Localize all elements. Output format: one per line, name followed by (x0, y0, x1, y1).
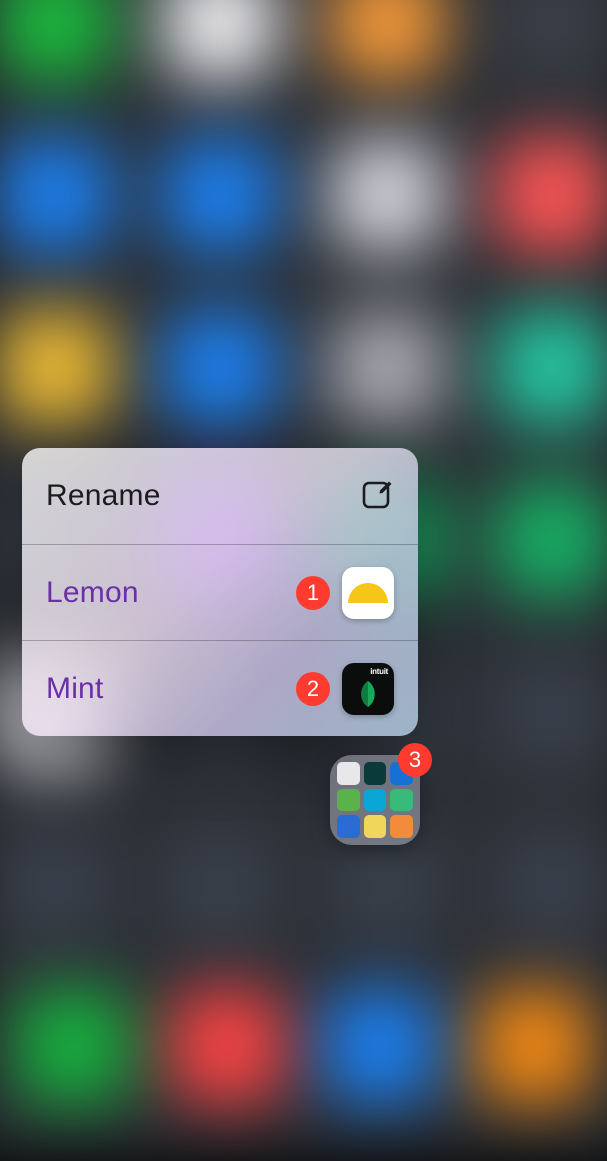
badge-mint: 2 (296, 672, 330, 706)
folder-badge-count: 3 (401, 749, 429, 771)
edit-icon (360, 479, 394, 513)
folder-mini-app-icon (390, 815, 413, 838)
folder-mini-app-icon (337, 815, 360, 838)
folder-mini-app-icon (364, 762, 387, 785)
badge-count-lemon: 1 (299, 582, 327, 604)
folder-mini-app-icon (337, 762, 360, 785)
folder-mini-app-icon (364, 815, 387, 838)
app-row-mint[interactable]: Mint 2 intuit (22, 640, 418, 736)
app-label-mint: Mint (46, 672, 296, 706)
rename-row[interactable]: Rename (22, 448, 418, 544)
app-label-lemon: Lemon (46, 576, 296, 610)
rename-label: Rename (46, 479, 360, 513)
lemon-app-icon (342, 567, 394, 619)
folder-badge: 3 (398, 743, 432, 777)
folder-context-menu: Rename Lemon 1 (22, 448, 418, 736)
app-row-lemon[interactable]: Lemon 1 (22, 544, 418, 640)
badge-count-mint: 2 (299, 678, 327, 700)
badge-lemon: 1 (296, 576, 330, 610)
folder-mini-app-icon (364, 789, 387, 812)
finance-folder-preview[interactable]: 3 (330, 755, 420, 845)
folder-mini-app-icon (337, 789, 360, 812)
mint-app-icon: intuit (342, 663, 394, 715)
mint-brand-label: intuit (370, 667, 388, 676)
folder-mini-app-icon (390, 789, 413, 812)
